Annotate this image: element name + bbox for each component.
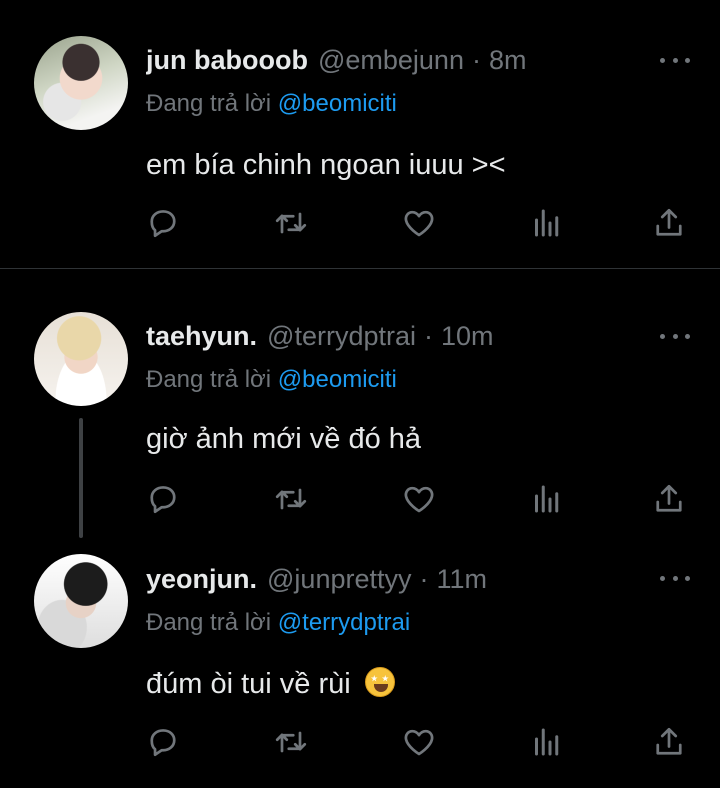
more-options-icon[interactable] [660,331,690,341]
separator-dot: · [419,564,429,594]
timestamp[interactable]: 11m [436,562,487,596]
display-name[interactable]: jun babooob [146,43,308,77]
tweet-actions [0,481,720,517]
replying-to: Đang trả lời @terrydptrai [146,608,410,638]
display-name[interactable]: taehyun. [146,319,257,353]
avatar[interactable] [34,554,128,648]
replying-to-label: Đang trả lời [146,609,272,636]
analytics-icon[interactable] [529,481,565,517]
tweet-header: jun babooob @embejunn · 8m [146,43,620,77]
reply-icon[interactable] [145,205,181,241]
share-icon[interactable] [651,724,687,760]
replying-to-user[interactable]: @terrydptrai [278,609,410,636]
retweet-icon[interactable] [273,205,309,241]
thread-connector [79,418,83,538]
user-handle[interactable]: @junprettyy [267,562,411,596]
replying-to-user[interactable]: @beomiciti [278,366,397,393]
star-struck-emoji-icon [364,667,395,697]
analytics-icon[interactable] [529,724,565,760]
reply-icon[interactable] [145,481,181,517]
tweet-header: yeonjun. @junprettyy · 11m [146,562,620,596]
replying-to: Đang trả lời @beomiciti [146,365,397,395]
replying-to-user[interactable]: @beomiciti [278,90,397,117]
tweet-text: đúm òi tui về rùi [146,668,351,700]
share-icon[interactable] [651,481,687,517]
retweet-icon[interactable] [273,724,309,760]
separator-dot: · [423,321,433,351]
tweet-3[interactable]: yeonjun. @junprettyy · 11m Đang trả lời … [0,542,720,788]
more-options-icon[interactable] [660,573,690,583]
more-options-icon[interactable] [660,55,690,65]
tweet-2[interactable]: taehyun. @terrydptrai · 10m Đang trả lời… [0,269,720,542]
like-icon[interactable] [401,481,437,517]
replying-to-label: Đang trả lời [146,366,272,393]
tweet-actions [0,724,720,760]
timestamp[interactable]: 8m [489,43,527,77]
replying-to: Đang trả lời @beomiciti [146,89,397,119]
user-handle[interactable]: @embejunn [318,43,464,77]
separator-dot: · [471,45,481,75]
tweet-1[interactable]: jun babooob @embejunn · 8m Đang trả lời … [0,0,720,268]
replying-to-label: Đang trả lời [146,90,272,117]
tweet-actions [0,205,720,241]
like-icon[interactable] [401,724,437,760]
timestamp[interactable]: 10m [441,319,494,353]
share-icon[interactable] [651,205,687,241]
tweet-header: taehyun. @terrydptrai · 10m [146,319,620,353]
analytics-icon[interactable] [529,205,565,241]
like-icon[interactable] [401,205,437,241]
user-handle[interactable]: @terrydptrai [267,319,416,353]
retweet-icon[interactable] [273,481,309,517]
tweet-text-row: đúm òi tui về rùi [146,666,395,702]
tweet-text: em bía chinh ngoan iuuu >< [146,149,506,181]
display-name[interactable]: yeonjun. [146,562,257,596]
reply-icon[interactable] [145,724,181,760]
avatar[interactable] [34,312,128,406]
tweet-text: giờ ảnh mới về đó hả [146,423,422,455]
avatar[interactable] [34,36,128,130]
